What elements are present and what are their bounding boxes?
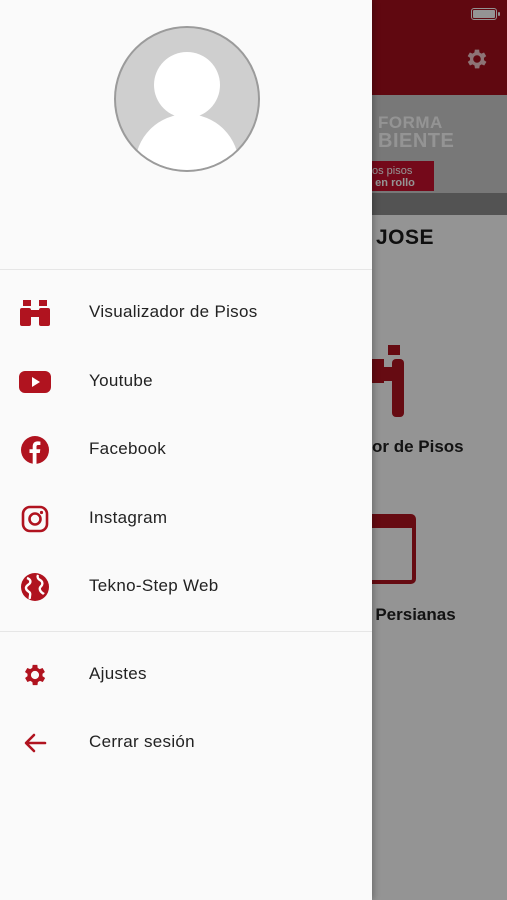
gear-icon <box>19 661 51 689</box>
instagram-icon <box>19 505 51 533</box>
menu-item-floor-viewer[interactable]: Visualizador de Pisos <box>0 283 372 343</box>
arrow-left-icon <box>19 729 51 757</box>
avatar[interactable] <box>114 26 260 172</box>
menu-item-settings[interactable]: Ajustes <box>0 645 372 705</box>
menu-item-label: Facebook <box>89 439 167 458</box>
menu-item-label: Youtube <box>89 371 153 390</box>
avatar-body <box>135 114 239 170</box>
menu-item-label: Visualizador de Pisos <box>89 302 258 321</box>
youtube-icon <box>19 368 51 396</box>
facebook-icon <box>19 436 51 464</box>
divider <box>0 631 372 632</box>
menu-item-label: Cerrar sesión <box>89 732 195 751</box>
menu-item-logout[interactable]: Cerrar sesión <box>0 713 372 773</box>
navigation-drawer: Visualizador de Pisos Youtube Facebook I… <box>0 0 372 900</box>
menu-item-youtube[interactable]: Youtube <box>0 352 372 412</box>
globe-icon <box>19 573 51 601</box>
menu-item-label: Tekno-Step Web <box>89 576 219 595</box>
avatar-head <box>154 52 220 118</box>
binoculars-icon <box>19 299 51 327</box>
menu-item-website[interactable]: Tekno-Step Web <box>0 557 372 617</box>
divider <box>0 269 372 270</box>
menu-item-label: Ajustes <box>89 664 147 683</box>
menu-item-instagram[interactable]: Instagram <box>0 489 372 549</box>
menu-item-facebook[interactable]: Facebook <box>0 420 372 480</box>
menu-item-label: Instagram <box>89 508 168 527</box>
